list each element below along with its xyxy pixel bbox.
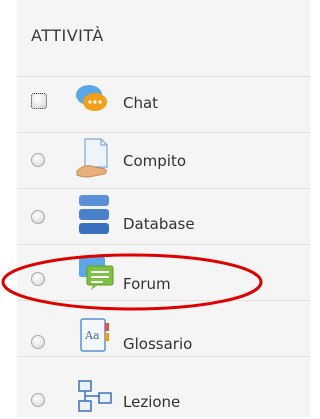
activity-option-database[interactable]: Database	[17, 189, 310, 245]
activity-option-chat[interactable]: Chat	[17, 77, 310, 133]
lesson-icon	[77, 379, 113, 415]
activity-option-compito[interactable]: Compito	[17, 133, 310, 189]
glossary-icon: Aa	[79, 317, 111, 355]
activity-label-chat: Chat	[123, 94, 159, 112]
compito-radio[interactable]	[31, 153, 45, 167]
activity-label-glossario: Glossario	[123, 335, 193, 353]
activity-label-lezione: Lezione	[123, 393, 181, 411]
forum-icon	[77, 255, 115, 291]
activity-option-forum[interactable]: Forum	[17, 245, 310, 301]
activity-option-lezione[interactable]: Lezione	[17, 357, 310, 417]
chat-icon	[75, 83, 109, 115]
section-title: ATTIVITÀ	[31, 26, 104, 45]
chat-radio[interactable]	[31, 93, 47, 109]
svg-text:Aa: Aa	[84, 329, 100, 342]
activities-header: ATTIVITÀ	[17, 0, 310, 77]
activity-chooser-panel: ATTIVITÀ Chat Compito Database Forum Aa …	[17, 0, 310, 417]
forum-radio[interactable]	[31, 272, 45, 286]
database-icon	[77, 193, 111, 237]
activity-label-database: Database	[123, 215, 195, 233]
glossario-radio[interactable]	[31, 335, 45, 349]
database-radio[interactable]	[31, 210, 45, 224]
activity-label-forum: Forum	[123, 275, 171, 293]
assignment-icon	[75, 137, 113, 181]
lezione-radio[interactable]	[31, 393, 45, 407]
activity-option-glossario[interactable]: Aa Glossario	[17, 301, 310, 357]
activity-label-compito: Compito	[123, 152, 187, 170]
